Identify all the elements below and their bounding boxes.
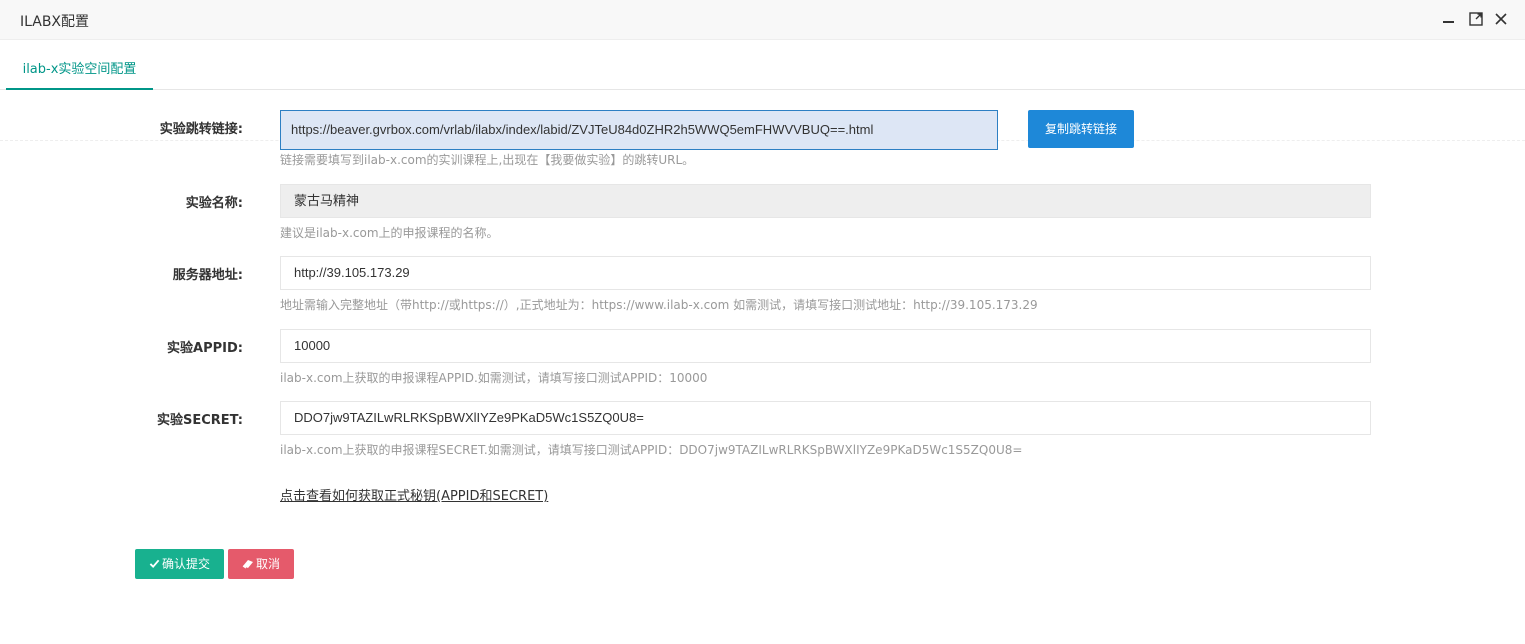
tab-bar: ilab-x实验空间配置 (0, 40, 1525, 90)
close-icon[interactable] (1492, 10, 1510, 28)
secret-field[interactable]: DDO7jw9TAZILwRLRKSpBWXlIYZe9PKaD5Wc1S5ZQ… (280, 401, 1371, 435)
get-secret-help-link[interactable]: 点击查看如何获取正式秘钥(APPID和SECRET) (280, 485, 548, 504)
experiment-name-help: 建议是ilab-x.com上的申报课程的名称。 (280, 226, 499, 240)
jump-link-field[interactable]: https://beaver.gvrbox.com/vrlab/ilabx/in… (280, 110, 998, 150)
window-titlebar: ILABX配置 (0, 0, 1525, 40)
secret-label: 实验SECRET: (156, 413, 243, 428)
copy-jump-link-button[interactable]: 复制跳转链接 (1028, 110, 1134, 148)
submit-button[interactable]: 确认提交 (135, 549, 224, 579)
server-address-label: 服务器地址: (172, 268, 243, 283)
jump-link-label: 实验跳转链接: (159, 122, 243, 137)
server-address-help: 地址需输入完整地址（带http://或https://）,正式地址为：https… (280, 298, 1038, 312)
eraser-icon (242, 560, 253, 569)
appid-label: 实验APPID: (167, 341, 243, 356)
secret-help: ilab-x.com上获取的申报课程SECRET.如需测试，请填写接口测试APP… (280, 443, 1023, 457)
experiment-name-field: 蒙古马精神 (280, 184, 1371, 218)
appid-field[interactable]: 10000 (280, 329, 1371, 363)
cancel-button[interactable]: 取消 (228, 549, 294, 579)
window-title: ILABX配置 (20, 14, 90, 30)
server-address-field[interactable]: http://39.105.173.29 (280, 256, 1371, 290)
cancel-label: 取消 (255, 557, 280, 571)
tab-ilabx-config[interactable]: ilab-x实验空间配置 (6, 50, 153, 90)
appid-help: ilab-x.com上获取的申报课程APPID.如需测试，请填写接口测试APPI… (280, 371, 708, 385)
minimize-icon[interactable] (1440, 10, 1458, 28)
submit-label: 确认提交 (161, 557, 210, 571)
check-icon (149, 559, 160, 569)
jump-link-help: 链接需要填写到ilab-x.com的实训课程上,出现在【我要做实验】的跳转URL… (280, 153, 695, 167)
experiment-name-label: 实验名称: (185, 196, 243, 211)
maximize-icon[interactable] (1467, 10, 1485, 28)
